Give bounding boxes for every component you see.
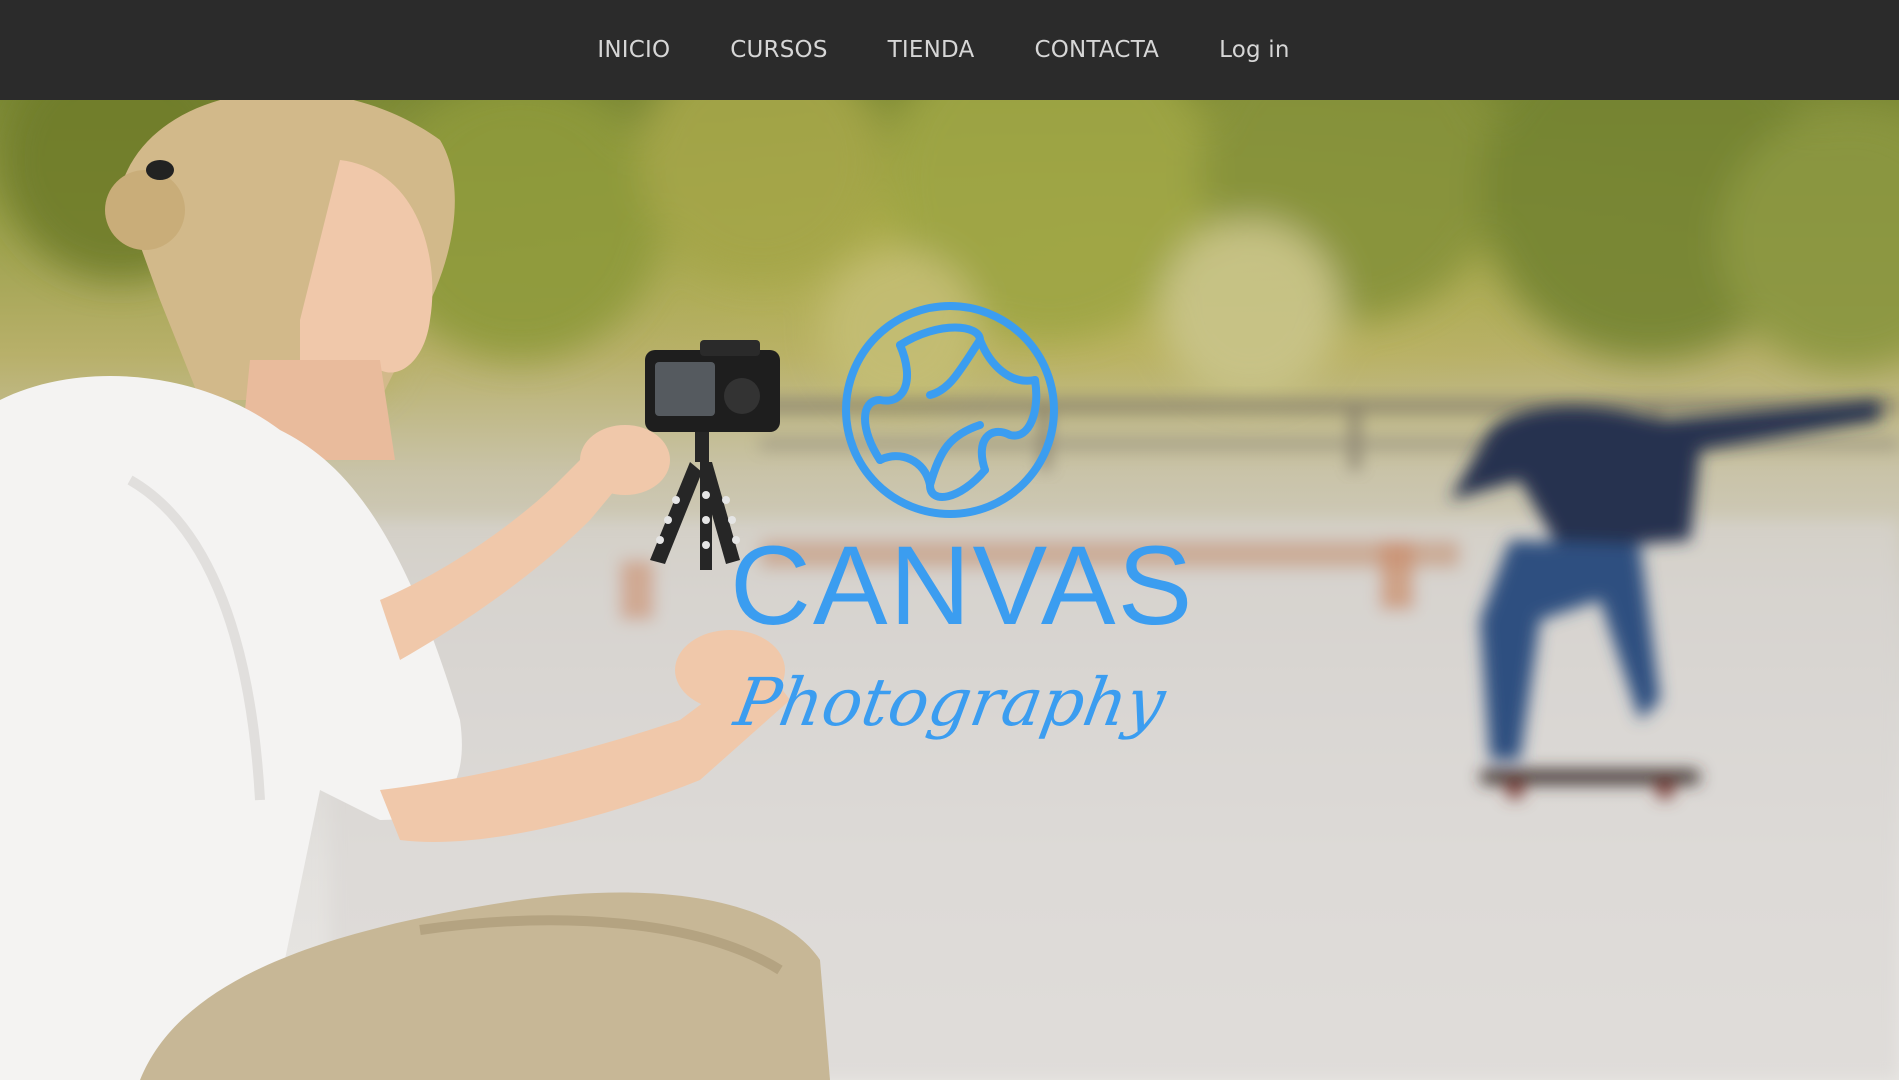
- canvas-photography-logo: CANVAS Photography: [729, 300, 1195, 770]
- hero-banner: CANVAS Photography: [0, 100, 1899, 1080]
- page: INICIO CURSOS TIENDA CONTACTA Log in CAN…: [0, 0, 1899, 1080]
- nav-item-tienda[interactable]: TIENDA: [858, 37, 1005, 63]
- camera-aperture-icon: [842, 302, 1058, 518]
- nav-item-contacta[interactable]: CONTACTA: [1004, 37, 1189, 63]
- nav-item-inicio[interactable]: INICIO: [567, 37, 700, 63]
- nav-menu: INICIO CURSOS TIENDA CONTACTA Log in: [567, 37, 1319, 63]
- nav-item-cursos[interactable]: CURSOS: [700, 37, 857, 63]
- logo-title: CANVAS: [730, 523, 1195, 648]
- logo-subtitle: Photography: [729, 664, 1171, 741]
- top-navbar: INICIO CURSOS TIENDA CONTACTA Log in: [0, 0, 1899, 100]
- nav-item-login[interactable]: Log in: [1189, 37, 1320, 63]
